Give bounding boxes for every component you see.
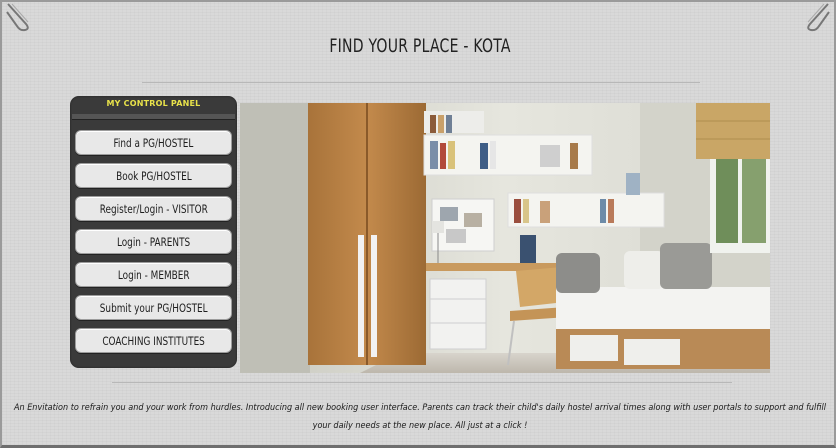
- parents-login-button[interactable]: Login - PARENTS: [75, 229, 232, 254]
- panel-header-bar: [72, 114, 235, 120]
- visitor-login-button[interactable]: Register/Login - VISITOR: [75, 196, 232, 221]
- button-label: Register/Login - VISITOR: [99, 201, 208, 216]
- book-hostel-button[interactable]: Book PG/HOSTEL: [75, 163, 232, 188]
- find-hostel-button[interactable]: Find a PG/HOSTEL: [75, 130, 232, 155]
- paperclip-icon: [807, 3, 830, 32]
- button-label: Book PG/HOSTEL: [115, 168, 192, 183]
- submit-hostel-button[interactable]: Submit your PG/HOSTEL: [75, 295, 232, 320]
- divider: [142, 82, 700, 83]
- button-label: Find a PG/HOSTEL: [113, 135, 194, 150]
- coaching-institutes-button[interactable]: COACHING INSTITUTES: [75, 328, 232, 353]
- button-label: Login - PARENTS: [116, 234, 191, 249]
- control-panel: MY CONTROL PANEL Find a PG/HOSTEL Book P…: [70, 96, 237, 368]
- room-illustration: [240, 103, 770, 373]
- page-title: FIND YOUR PLACE - KOTA: [329, 35, 511, 57]
- page-description: An Envitation to refrain you and your wo…: [13, 403, 827, 431]
- button-label: Login - MEMBER: [117, 267, 190, 282]
- hero-room-image: [240, 103, 770, 373]
- divider: [112, 382, 732, 383]
- button-label: Submit your PG/HOSTEL: [99, 300, 208, 315]
- page-frame: FIND YOUR PLACE - KOTA MY CONTROL PANEL …: [0, 0, 836, 448]
- control-panel-title: MY CONTROL PANEL: [106, 99, 201, 108]
- button-label: COACHING INSTITUTES: [102, 333, 205, 348]
- member-login-button[interactable]: Login - MEMBER: [75, 262, 232, 287]
- paperclip-icon: [6, 3, 29, 32]
